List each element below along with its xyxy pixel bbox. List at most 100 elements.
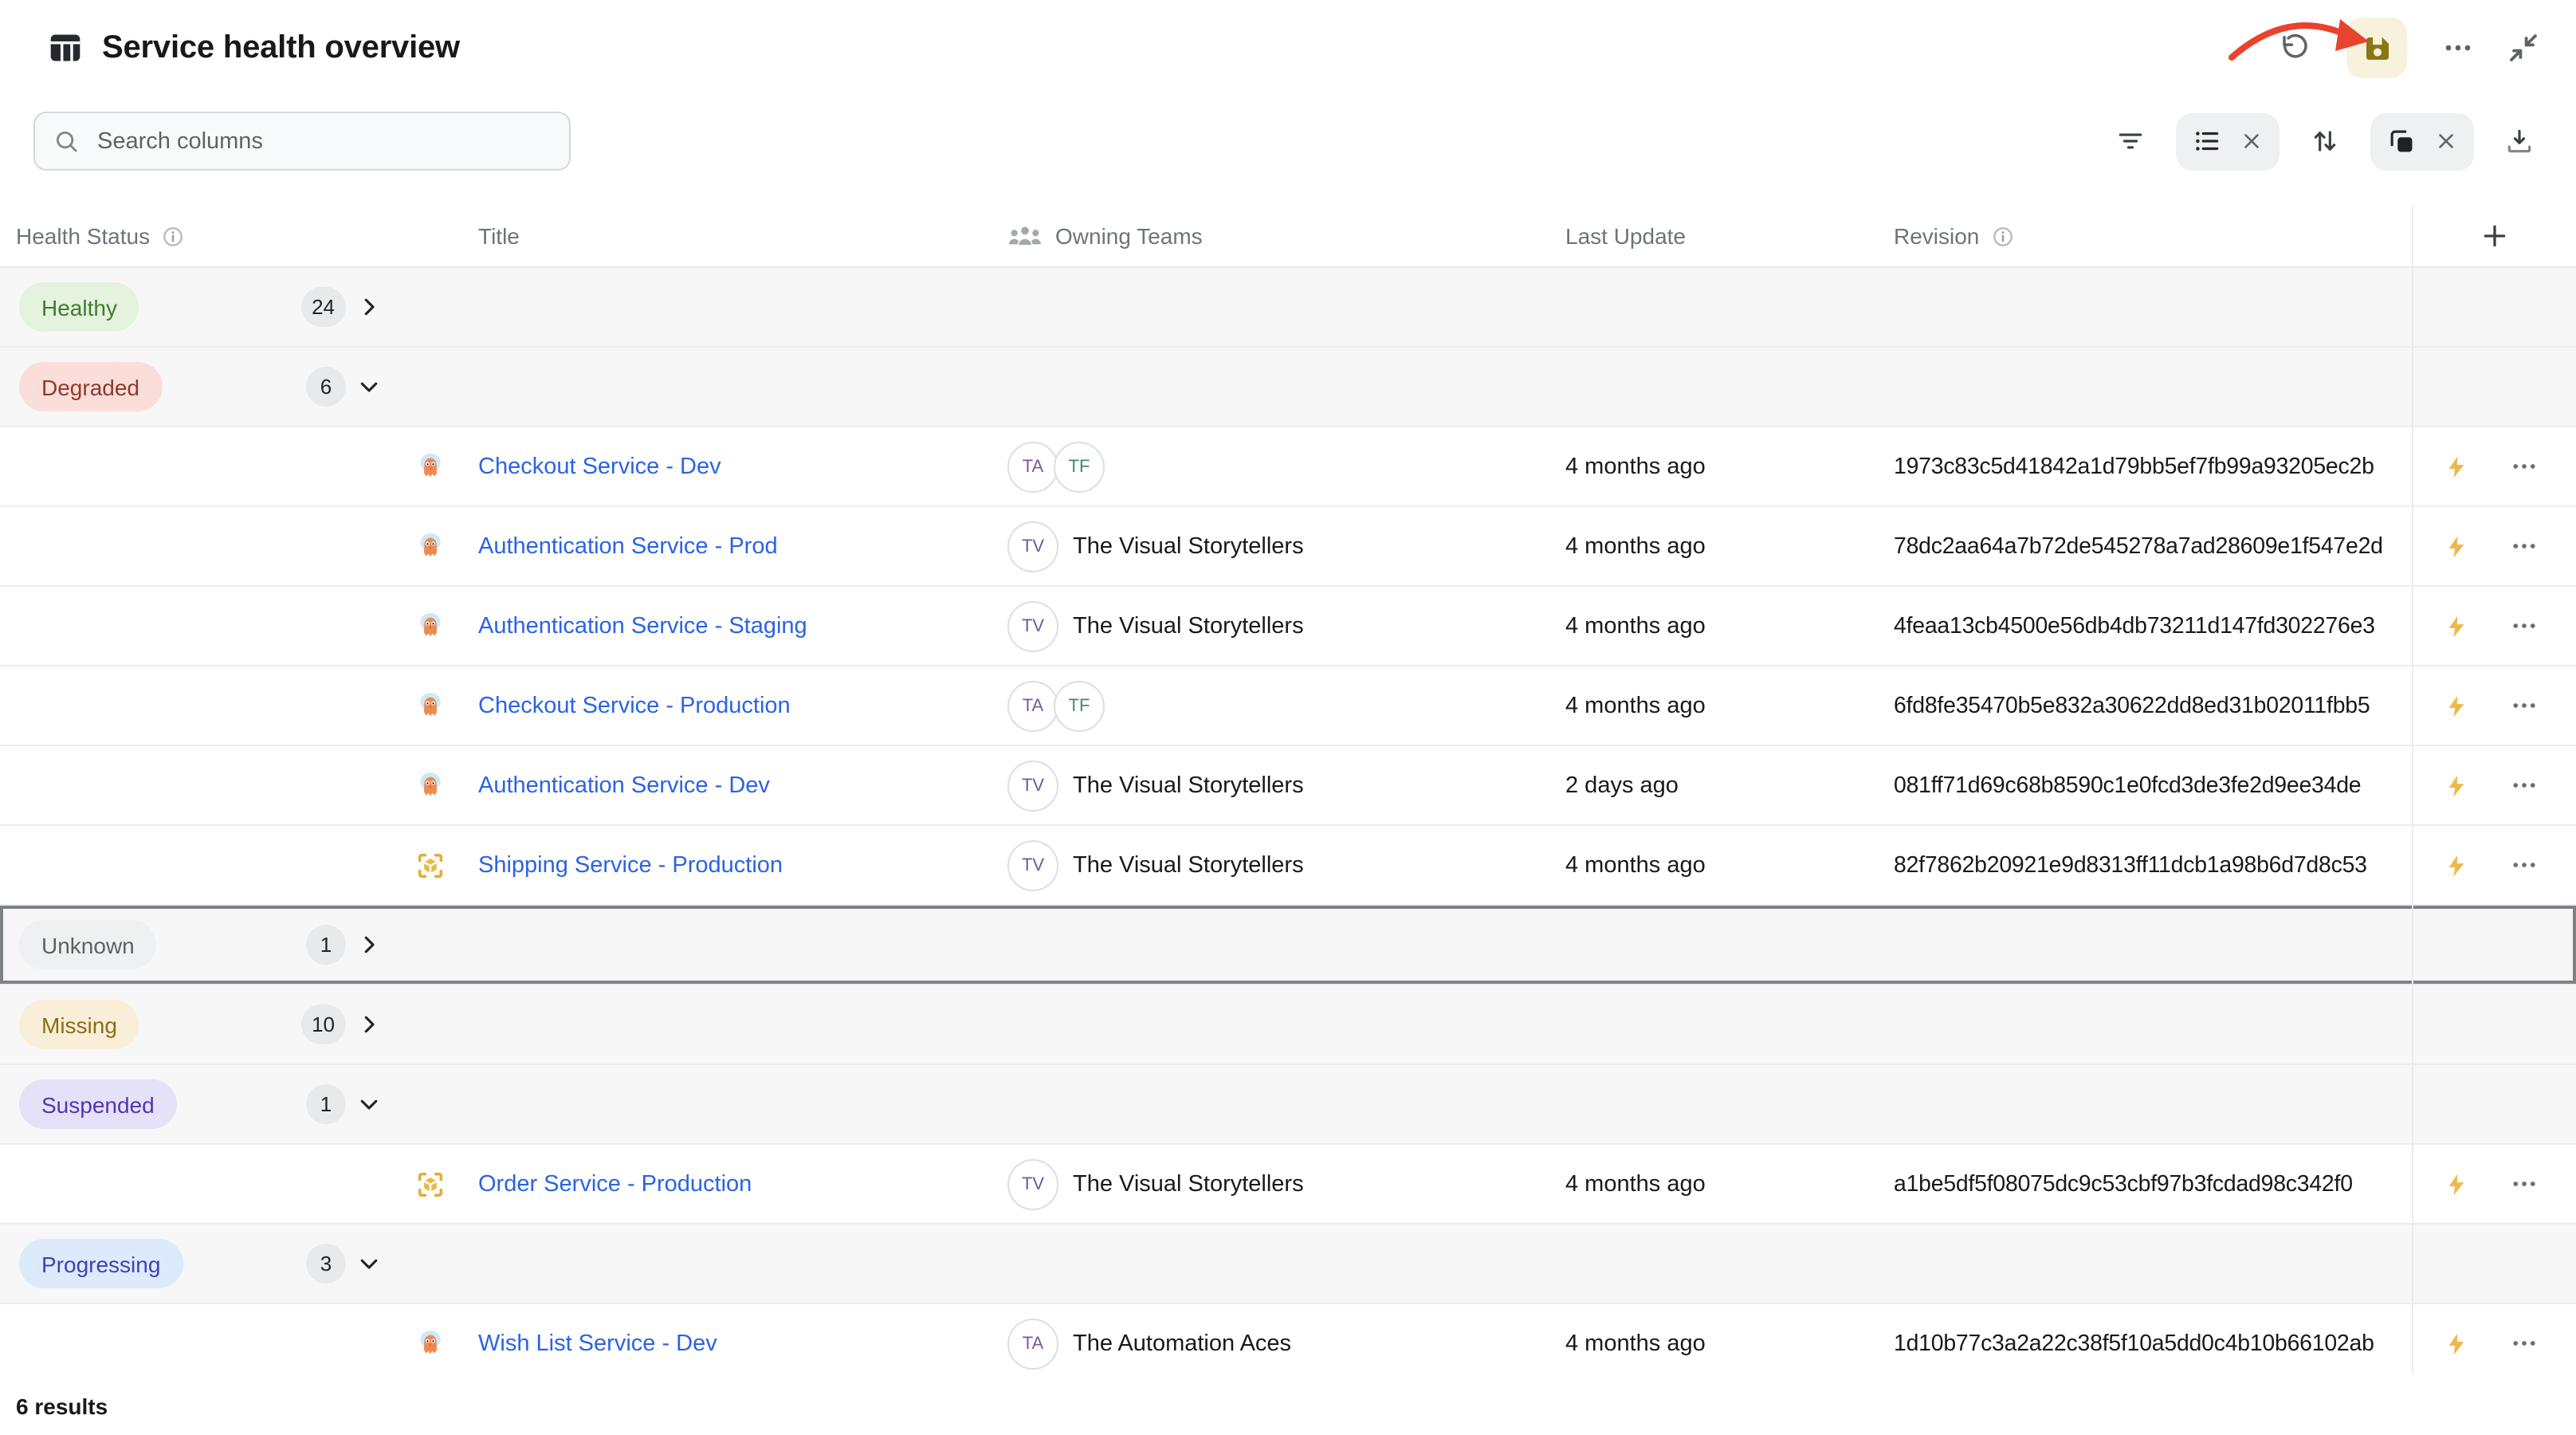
clear-view-button[interactable] [2240, 129, 2264, 153]
group-by-pill [2370, 112, 2474, 170]
last-update-value: 4 months ago [1565, 613, 1706, 639]
run-action-button[interactable] [2444, 532, 2469, 560]
octopus-service-icon [414, 690, 446, 721]
group-row-unknown[interactable]: Unknown1 [0, 906, 2576, 985]
service-link[interactable]: Authentication Service - Staging [478, 613, 807, 639]
info-icon[interactable] [1990, 224, 2014, 248]
row-menu-button[interactable] [2509, 770, 2539, 800]
revision-cell: 1973c83c5d41842a1d79bb5ef7fb99a93205ec2b [1889, 427, 2412, 505]
group-row-suspended[interactable]: Suspended1 [0, 1065, 2576, 1145]
group-meta: 3 [306, 1244, 381, 1284]
team-name: The Visual Storytellers [1073, 1171, 1304, 1197]
service-link[interactable]: Authentication Service - Dev [478, 773, 770, 798]
info-icon[interactable] [161, 224, 185, 248]
table-row[interactable]: Checkout Service - DevTATF4 months ago19… [0, 427, 2576, 507]
search-columns-field[interactable] [33, 112, 571, 171]
service-link[interactable]: Checkout Service - Production [478, 693, 791, 718]
column-header-title[interactable]: Title [399, 206, 988, 266]
group-row-missing[interactable]: Missing10 [0, 985, 2576, 1065]
expand-group-chevron[interactable] [357, 933, 381, 957]
run-action-button[interactable] [2444, 1170, 2469, 1198]
table-row[interactable]: Order Service - ProductionTVThe Visual S… [0, 1145, 2576, 1225]
search-input[interactable] [94, 127, 552, 155]
column-header-teams[interactable]: Owning Teams [988, 206, 1554, 266]
row-menu-button[interactable] [2509, 850, 2539, 880]
save-button[interactable] [2346, 18, 2407, 78]
expand-group-chevron[interactable] [357, 295, 381, 319]
team-avatar: TV [1007, 760, 1058, 811]
download-button[interactable] [2504, 126, 2535, 156]
row-menu-button[interactable] [2509, 611, 2539, 641]
last-update-cell [1554, 906, 1889, 984]
run-action-button[interactable] [2444, 691, 2469, 720]
clear-group-button[interactable] [2434, 129, 2458, 153]
last-update-value: 4 months ago [1565, 454, 1706, 479]
collapse-group-chevron[interactable] [357, 1092, 381, 1116]
health-status-cell: Unknown1 [0, 906, 399, 984]
owning-teams-cell: TAThe Automation Aces [988, 1304, 1554, 1374]
run-action-button[interactable] [2444, 771, 2469, 800]
health-status-cell [0, 507, 399, 585]
row-actions-cell [2412, 666, 2576, 745]
group-count-badge: 24 [300, 287, 346, 327]
undo-button[interactable] [2278, 31, 2311, 65]
column-header-label: Health Status [16, 223, 150, 249]
list-view-icon[interactable] [2192, 126, 2222, 156]
service-link[interactable]: Order Service - Production [478, 1171, 752, 1197]
health-status-cell: Degraded6 [0, 348, 399, 426]
row-menu-button[interactable] [2509, 531, 2539, 561]
group-row-progressing[interactable]: Progressing3 [0, 1225, 2576, 1304]
add-column-button[interactable] [2479, 220, 2511, 252]
run-action-button[interactable] [2444, 611, 2469, 640]
filter-button[interactable] [2115, 126, 2146, 156]
service-link[interactable]: Checkout Service - Dev [478, 454, 721, 479]
title-cell: Authentication Service - Prod [399, 507, 988, 585]
last-update-cell [1554, 1065, 1889, 1143]
row-menu-button[interactable] [2509, 1169, 2539, 1199]
group-row-degraded[interactable]: Degraded6 [0, 348, 2576, 427]
last-update-cell: 2 days ago [1554, 746, 1889, 824]
team-name: The Visual Storytellers [1073, 533, 1304, 559]
row-actions-cell [2412, 1065, 2576, 1143]
column-header-updated[interactable]: Last Update [1554, 206, 1889, 266]
run-action-button[interactable] [2444, 452, 2469, 481]
row-menu-button[interactable] [2509, 451, 2539, 482]
title-cell [399, 906, 988, 984]
row-menu-button[interactable] [2509, 690, 2539, 721]
octopus-service-icon [414, 610, 446, 642]
run-action-button[interactable] [2444, 1329, 2469, 1358]
expand-group-chevron[interactable] [357, 1012, 381, 1036]
last-update-cell [1554, 1225, 1889, 1303]
revision-cell: 6fd8fe35470b5e832a30622dd8ed31b02011fbb5 [1889, 666, 2412, 745]
collapse-button[interactable] [2509, 33, 2538, 62]
service-link[interactable]: Authentication Service - Prod [478, 533, 778, 559]
service-link[interactable]: Shipping Service - Production [478, 852, 783, 878]
table-row[interactable]: Wish List Service - Dev TAThe Automation … [0, 1304, 2576, 1374]
table-row[interactable]: Authentication Service - ProdTVThe Visua… [0, 507, 2576, 587]
collapse-group-chevron[interactable] [357, 375, 381, 399]
more-options-button[interactable] [2442, 32, 2474, 64]
table-row[interactable]: Checkout Service - ProductionTATF4 month… [0, 666, 2576, 746]
collapse-group-chevron[interactable] [357, 1252, 381, 1276]
run-action-button[interactable] [2444, 851, 2469, 879]
table-row[interactable]: Authentication Service - StagingTVThe Vi… [0, 587, 2576, 666]
page-title: Service health overview [102, 29, 460, 66]
team-avatar: TV [1007, 839, 1058, 890]
column-header-revision[interactable]: Revision [1889, 206, 2412, 266]
sort-button[interactable] [2310, 126, 2340, 156]
team-avatar: TA [1007, 1318, 1058, 1369]
row-actions-cell [2412, 587, 2576, 665]
column-header-health[interactable]: Health Status [0, 206, 399, 266]
revision-cell [1889, 985, 2412, 1063]
group-by-icon[interactable] [2386, 126, 2417, 156]
group-meta: 10 [300, 1005, 381, 1044]
group-row-healthy[interactable]: Healthy24 [0, 268, 2576, 348]
table-row[interactable]: Authentication Service - DevTVThe Visual… [0, 746, 2576, 826]
row-menu-button[interactable] [2509, 1328, 2539, 1358]
service-link[interactable]: Wish List Service - Dev [478, 1331, 717, 1356]
title-cell [399, 985, 988, 1063]
table-row[interactable]: Shipping Service - ProductionTVThe Visua… [0, 826, 2576, 906]
health-status-cell: Progressing3 [0, 1225, 399, 1303]
group-count-badge: 1 [306, 925, 346, 965]
revision-value: 78dc2aa64a7b72de545278a7ad28609e1f547e2d [1894, 533, 2383, 559]
